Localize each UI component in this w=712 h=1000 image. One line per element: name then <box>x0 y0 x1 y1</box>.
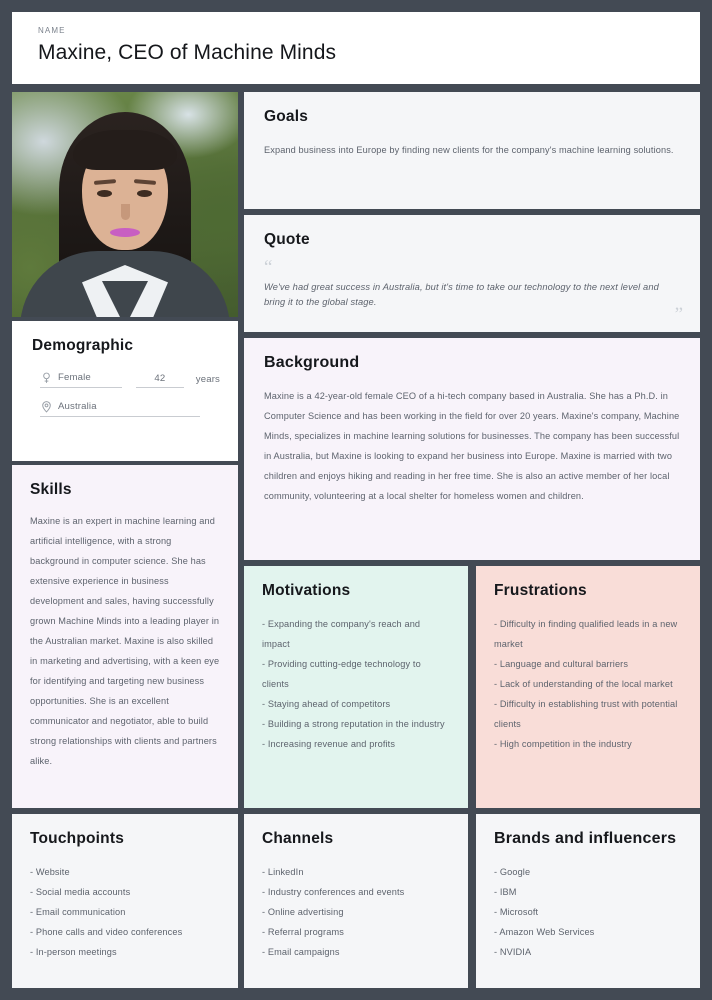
list-item: - LinkedIn <box>262 867 304 877</box>
gender-field[interactable]: Female <box>40 371 122 388</box>
list-item: - Website <box>30 867 70 877</box>
motivations-card: Motivations - Expanding the company's re… <box>244 566 468 808</box>
list-item: - NVIDIA <box>494 947 532 957</box>
frustrations-title: Frustrations <box>494 582 587 599</box>
location-field[interactable]: Australia <box>40 400 200 417</box>
motivations-title: Motivations <box>262 582 351 599</box>
demographic-card: Demographic Female 42 years Australia <box>12 321 238 461</box>
header-card: NAME Maxine, CEO of Machine Minds <box>12 12 700 84</box>
persona-photo-card <box>12 92 238 317</box>
frustrations-list: - Difficulty in finding qualified leads … <box>494 614 682 754</box>
list-item: - In-person meetings <box>30 947 117 957</box>
list-item: - Google <box>494 867 531 877</box>
list-item: - Expanding the company's reach and impa… <box>262 619 421 649</box>
list-item: - Social media accounts <box>30 887 131 897</box>
photo-fringe <box>73 130 177 170</box>
channels-list: - LinkedIn - Industry conferences and ev… <box>262 862 450 962</box>
list-item: - Phone calls and video conferences <box>30 927 183 937</box>
photo-lips <box>110 228 140 237</box>
list-item: - Microsoft <box>494 907 539 917</box>
frustrations-card: Frustrations - Difficulty in finding qua… <box>476 566 700 808</box>
goals-text: Expand business into Europe by finding n… <box>264 145 674 155</box>
background-title: Background <box>264 354 360 371</box>
touchpoints-card: Touchpoints - Website - Social media acc… <box>12 814 238 988</box>
page-title: Maxine, CEO of Machine Minds <box>38 41 337 64</box>
background-text: Maxine is a 42-year-old female CEO of a … <box>264 391 680 501</box>
touchpoints-list: - Website - Social media accounts - Emai… <box>30 862 220 962</box>
list-item: - Staying ahead of competitors <box>262 699 391 709</box>
list-item: - Building a strong reputation in the in… <box>262 719 445 729</box>
quote-open-mark-icon: “ <box>264 257 273 278</box>
photo-nose <box>121 204 130 220</box>
goals-title: Goals <box>264 108 309 125</box>
list-item: - Lack of understanding of the local mar… <box>494 679 673 689</box>
list-item: - Industry conferences and events <box>262 887 405 897</box>
motivations-list: - Expanding the company's reach and impa… <box>262 614 450 754</box>
skills-card: Skills Maxine is an expert in machine le… <box>12 465 238 808</box>
list-item: - Amazon Web Services <box>494 927 595 937</box>
background-card: Background Maxine is a 42-year-old femal… <box>244 338 700 560</box>
list-item: - High competition in the industry <box>494 739 632 749</box>
list-item: - Providing cutting-edge technology to c… <box>262 659 421 689</box>
name-kicker-label: NAME <box>38 26 66 35</box>
brands-title: Brands and influencers <box>494 830 677 847</box>
skills-text: Maxine is an expert in machine learning … <box>30 516 220 766</box>
venus-icon <box>40 371 53 384</box>
photo-eye-right <box>137 190 152 197</box>
list-item: - Email campaigns <box>262 947 340 957</box>
location-value: Australia <box>58 401 97 412</box>
quote-close-mark-icon: ” <box>674 304 683 325</box>
quote-card: Quote “ We've had great success in Austr… <box>244 215 700 332</box>
demographic-row-location: Australia <box>30 400 220 417</box>
location-pin-icon <box>40 400 53 413</box>
list-item: - IBM <box>494 887 517 897</box>
demographic-title: Demographic <box>32 337 134 354</box>
demographic-row-primary: Female 42 years <box>30 371 220 388</box>
list-item: - Language and cultural barriers <box>494 659 629 669</box>
list-item: - Difficulty in establishing trust with … <box>494 699 678 729</box>
list-item: - Difficulty in finding qualified leads … <box>494 619 678 649</box>
gender-value: Female <box>58 372 91 383</box>
brands-list: - Google - IBM - Microsoft - Amazon Web … <box>494 862 682 962</box>
goals-card: Goals Expand business into Europe by fin… <box>244 92 700 209</box>
photo-eye-left <box>97 190 112 197</box>
quote-text: We've had great success in Australia, bu… <box>264 282 659 307</box>
touchpoints-title: Touchpoints <box>30 830 125 847</box>
age-field[interactable]: 42 <box>135 373 184 388</box>
skills-title: Skills <box>30 481 72 498</box>
quote-title: Quote <box>264 231 310 248</box>
list-item: - Online advertising <box>262 907 344 917</box>
avatar <box>12 92 238 317</box>
age-value: 42 <box>154 373 166 384</box>
channels-title: Channels <box>262 830 334 847</box>
brands-and-influencers-card: Brands and influencers - Google - IBM - … <box>476 814 700 988</box>
persona-board: NAME Maxine, CEO of Machine Minds Demogr… <box>0 0 712 1000</box>
list-item: - Email communication <box>30 907 126 917</box>
list-item: - Increasing revenue and profits <box>262 739 396 749</box>
channels-card: Channels - LinkedIn - Industry conferenc… <box>244 814 468 988</box>
age-unit-label: years <box>195 374 220 385</box>
list-item: - Referral programs <box>262 927 344 937</box>
